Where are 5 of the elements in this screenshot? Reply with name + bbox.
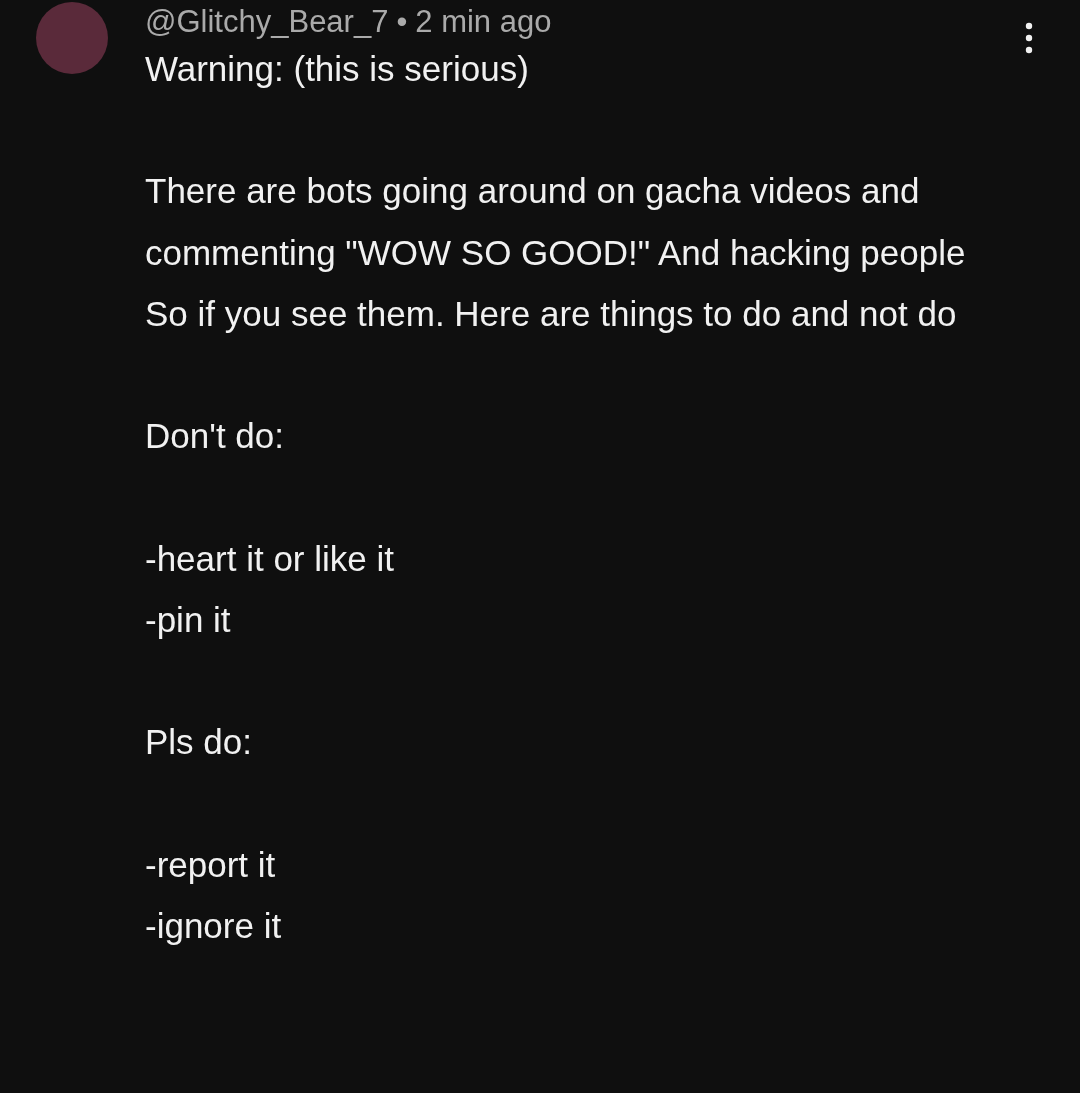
comment-author[interactable]: @Glitchy_Bear_7 <box>145 4 389 40</box>
comment-time: 2 min ago <box>415 4 552 40</box>
more-options-icon[interactable] <box>1025 22 1033 54</box>
comment-text: Warning: (this is serious) There are bots going around on gacha videos and commenting "WOW SO GOOD!" And hacking people So if you see them. Here are things to do and not do Don't do: -heart it or like it -pin it Pls do: -report it -ignore it <box>145 48 967 947</box>
separator-dot: • <box>396 4 408 40</box>
